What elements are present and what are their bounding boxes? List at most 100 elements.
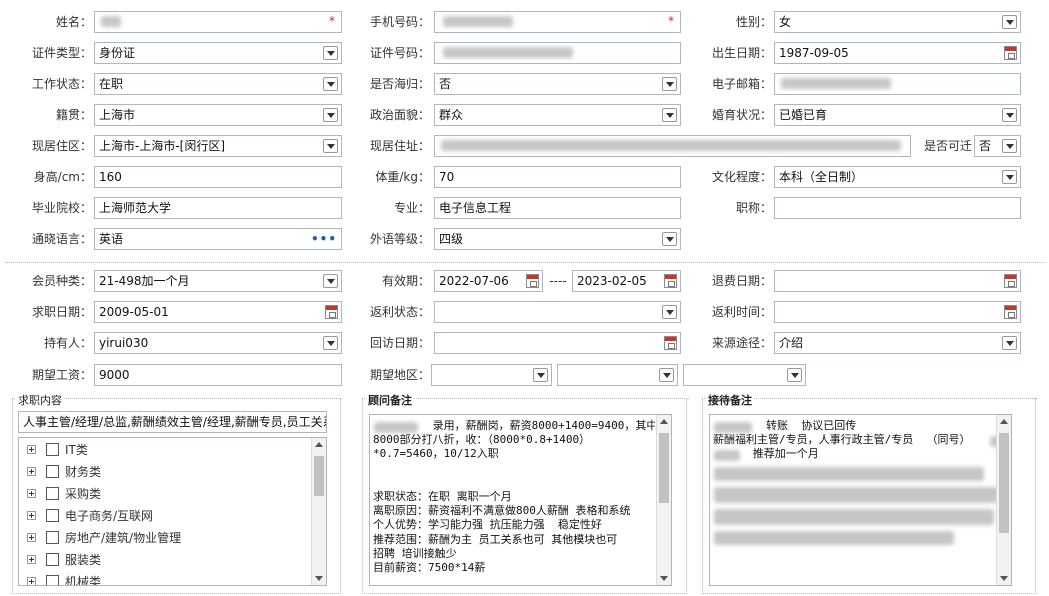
relocate-select[interactable]: 否 xyxy=(974,135,1021,157)
native-label: 籍贯： xyxy=(55,108,92,122)
school-field[interactable]: 上海师范大学 xyxy=(94,197,342,219)
calendar-icon[interactable] xyxy=(1004,274,1017,288)
chevron-down-icon[interactable] xyxy=(662,108,677,122)
overseas-select[interactable]: 否 xyxy=(434,73,681,95)
height-field[interactable]: 160 xyxy=(94,166,342,188)
chevron-down-icon[interactable] xyxy=(662,232,677,246)
job-content-selected-field[interactable]: 人事主管/经理/总监,薪酬绩效主管/经理,薪酬专员,员工关系 xyxy=(18,411,327,433)
scrollbar[interactable] xyxy=(656,415,671,585)
member-type-label: 会员种类： xyxy=(31,274,92,288)
id-type-select[interactable]: 身份证 xyxy=(94,42,342,64)
rebate-time-field[interactable] xyxy=(774,301,1021,323)
native-select[interactable]: 上海市 xyxy=(94,104,342,126)
region-province-select[interactable] xyxy=(431,364,552,386)
job-date-field[interactable]: 2009-05-01 xyxy=(94,301,342,323)
major-label: 专业： xyxy=(393,201,430,215)
weight-field[interactable]: 70 xyxy=(434,166,681,188)
checkbox[interactable] xyxy=(46,575,59,585)
plus-icon[interactable] xyxy=(27,489,36,498)
job-category-tree[interactable]: IT类 财务类 采购类 电子商务/互联网 房地产/建筑/物业管理 服装类 机械类 xyxy=(18,437,327,586)
checkbox[interactable] xyxy=(46,553,59,566)
id-no-field[interactable] xyxy=(434,42,681,64)
plus-icon[interactable] xyxy=(27,445,36,454)
calendar-icon[interactable] xyxy=(664,274,677,288)
scroll-thumb[interactable] xyxy=(314,456,324,496)
plus-icon[interactable] xyxy=(27,511,36,520)
valid-to-field[interactable]: 2023-02-05 xyxy=(572,270,681,292)
region-city-select[interactable] xyxy=(557,364,678,386)
phone-field[interactable]: * xyxy=(434,11,681,33)
major-field[interactable]: 电子信息工程 xyxy=(434,197,681,219)
marriage-label: 婚育状况： xyxy=(711,108,772,122)
calendar-icon[interactable] xyxy=(1004,46,1017,60)
member-type-select[interactable]: 21-498加一个月 xyxy=(94,270,342,292)
chevron-down-icon[interactable] xyxy=(1002,139,1017,153)
scroll-up-icon[interactable] xyxy=(1000,419,1008,424)
rebate-status-label: 返利状态： xyxy=(369,305,430,319)
work-status-select[interactable]: 在职 xyxy=(94,73,342,95)
lang-level-select[interactable]: 四级 xyxy=(434,228,681,250)
chevron-down-icon[interactable] xyxy=(1002,108,1017,122)
scroll-down-icon[interactable] xyxy=(1000,576,1008,581)
politics-select[interactable]: 群众 xyxy=(434,104,681,126)
chevron-down-icon[interactable] xyxy=(659,368,674,382)
source-select[interactable]: 介绍 xyxy=(774,332,1021,354)
checkbox[interactable] xyxy=(46,487,59,500)
plus-icon[interactable] xyxy=(27,467,36,476)
scroll-up-icon[interactable] xyxy=(315,442,323,447)
chevron-down-icon[interactable] xyxy=(662,305,677,319)
rebate-time-label: 返利时间： xyxy=(711,305,772,319)
residence-addr-field[interactable] xyxy=(434,135,911,157)
lang-level-label: 外语等级： xyxy=(369,232,430,246)
residence-area-select[interactable]: 上海市-上海市-[闵行区] xyxy=(94,135,342,157)
chevron-down-icon[interactable] xyxy=(662,77,677,91)
language-field[interactable]: 英语 ••• xyxy=(94,228,342,250)
marriage-select[interactable]: 已婚已育 xyxy=(774,104,1021,126)
education-select[interactable]: 本科（全日制） xyxy=(774,166,1021,188)
checkbox[interactable] xyxy=(46,509,59,522)
advisor-notes-textarea[interactable]: 录用，薪酬岗，薪资8000+1400=9400，其中 8000部分打八折，收：（… xyxy=(369,414,672,586)
checkbox[interactable] xyxy=(46,465,59,478)
language-label: 通晓语言： xyxy=(31,232,92,246)
holder-select[interactable]: yirui030 xyxy=(94,332,342,354)
chevron-down-icon[interactable] xyxy=(1002,170,1017,184)
plus-icon[interactable] xyxy=(27,533,36,542)
plus-icon[interactable] xyxy=(27,555,36,564)
chevron-down-icon[interactable] xyxy=(1002,15,1017,29)
id-type-label: 证件类型： xyxy=(31,46,92,60)
refund-date-field[interactable] xyxy=(774,270,1021,292)
scrollbar[interactable] xyxy=(311,438,326,585)
scroll-down-icon[interactable] xyxy=(660,576,668,581)
reception-notes-legend: 接待备注 xyxy=(706,392,754,408)
birth-date-field[interactable]: 1987-09-05 xyxy=(774,42,1021,64)
scroll-up-icon[interactable] xyxy=(660,419,668,424)
reception-notes-textarea[interactable]: 转账 协议已回传 薪酬福利主管/专员，人事行政主管/专员 （同号） 推荐加一个月 xyxy=(709,414,1012,586)
gender-label: 性别： xyxy=(735,15,772,29)
scroll-thumb[interactable] xyxy=(999,433,1009,533)
salary-label: 期望工资： xyxy=(31,368,92,382)
name-label: 姓名： xyxy=(55,15,92,29)
region-district-select[interactable] xyxy=(683,364,806,386)
title-field[interactable] xyxy=(774,197,1021,219)
job-content-legend: 求职内容 xyxy=(16,392,64,408)
refund-date-label: 退费日期： xyxy=(711,274,772,288)
gender-select[interactable]: 女 xyxy=(774,11,1021,33)
scroll-down-icon[interactable] xyxy=(315,576,323,581)
name-field[interactable]: * xyxy=(94,11,342,33)
calendar-icon[interactable] xyxy=(526,274,539,288)
chevron-down-icon[interactable] xyxy=(1002,336,1017,350)
scrollbar[interactable] xyxy=(996,415,1011,585)
email-field[interactable] xyxy=(774,73,1021,95)
plus-icon[interactable] xyxy=(27,577,36,585)
rebate-status-select[interactable] xyxy=(434,301,681,323)
chevron-down-icon[interactable] xyxy=(533,368,548,382)
calendar-icon[interactable] xyxy=(1004,305,1017,319)
calendar-icon[interactable] xyxy=(664,336,677,350)
visit-date-field[interactable] xyxy=(434,332,681,354)
salary-field[interactable]: 9000 xyxy=(94,364,342,386)
scroll-thumb[interactable] xyxy=(659,433,669,503)
checkbox[interactable] xyxy=(46,531,59,544)
checkbox[interactable] xyxy=(46,443,59,456)
valid-from-field[interactable]: 2022-07-06 xyxy=(434,270,543,292)
chevron-down-icon[interactable] xyxy=(787,368,802,382)
